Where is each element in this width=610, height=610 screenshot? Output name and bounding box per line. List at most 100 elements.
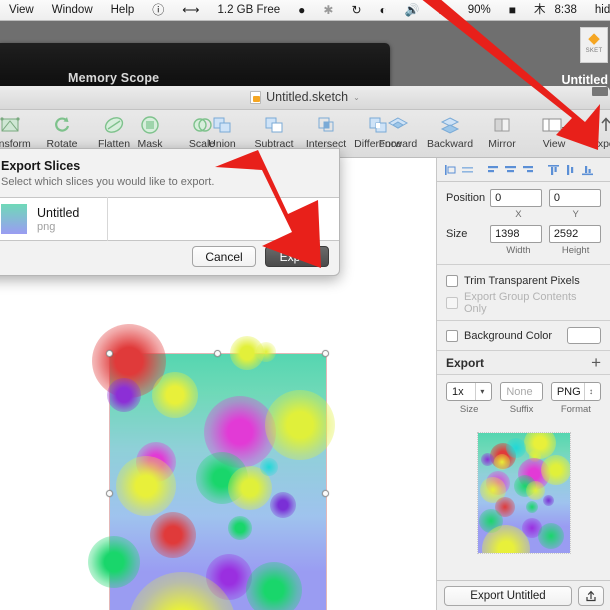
power-icon[interactable]: ⓘ xyxy=(143,0,173,21)
selection-handle[interactable] xyxy=(322,490,329,497)
inspector-panel: Position 0 0 X Y Size 1398 2592 Width He… xyxy=(436,158,610,610)
toolbar-view-button[interactable]: View xyxy=(528,113,580,150)
size-label: Size xyxy=(446,228,468,240)
export-group-contents-only-checkbox[interactable]: Export Group Contents Only xyxy=(446,291,601,315)
export-suffix-input[interactable]: None xyxy=(500,382,543,401)
toolbar-mirror-button[interactable]: Mirror xyxy=(476,113,528,150)
hide-menu-item[interactable]: hide xyxy=(586,0,610,21)
toolbar-label: View xyxy=(542,138,566,150)
blob xyxy=(246,562,302,610)
background-color-section: Background Color xyxy=(437,321,610,351)
export-button[interactable]: Export xyxy=(265,246,329,267)
selection-handle[interactable] xyxy=(106,490,113,497)
toolbar-backward-button[interactable]: Backward xyxy=(424,113,476,150)
selection-handle[interactable] xyxy=(322,350,329,357)
add-export-preset-icon[interactable]: + xyxy=(591,354,601,371)
dialog-buttons: Cancel Export xyxy=(192,246,329,267)
toolbar-intersect-button[interactable]: Intersect xyxy=(300,113,352,150)
distribute-left-icon[interactable] xyxy=(486,162,501,177)
bluetooth-icon[interactable]: ✱ xyxy=(314,0,342,21)
export-format-select[interactable]: PNG ↕ xyxy=(550,382,601,401)
chevron-down-icon[interactable]: ⌄ xyxy=(353,93,360,102)
time-machine-icon[interactable]: ↻ xyxy=(342,0,370,21)
toolbar-label: Forward xyxy=(378,138,418,150)
battery-percent-label[interactable]: 90% xyxy=(459,0,500,21)
union-icon xyxy=(211,113,233,137)
align-bottom-icon[interactable] xyxy=(580,162,595,177)
toolbar-subtract-button[interactable]: Subtract xyxy=(248,113,300,150)
artboard-untitled[interactable] xyxy=(88,324,335,610)
toolbar-transform-button[interactable]: ransform xyxy=(0,113,36,150)
slice-meta: Untitled png xyxy=(37,206,79,233)
trim-transparent-pixels-checkbox[interactable]: Trim Transparent Pixels xyxy=(446,275,601,287)
document-title-group[interactable]: Untitled.sketch ⌄ xyxy=(0,90,610,104)
mirror-icon xyxy=(491,113,513,137)
menu-item-help[interactable]: Help xyxy=(102,0,144,21)
blob xyxy=(270,492,296,518)
toolbar-rotate-button[interactable]: Rotate xyxy=(36,113,88,150)
align-left-icon[interactable] xyxy=(443,162,458,177)
size-height-sublabel: Height xyxy=(561,245,590,256)
background-color-checkbox[interactable]: Background Color xyxy=(446,327,601,344)
toolbar-export-button[interactable]: Export xyxy=(580,113,610,150)
blob xyxy=(116,456,176,516)
blob xyxy=(526,481,545,500)
selection-handle[interactable] xyxy=(214,350,221,357)
align-middle-icon[interactable] xyxy=(563,162,578,177)
input-source-icon[interactable]: あ xyxy=(429,0,459,21)
trim-options-section: Trim Transparent Pixels Export Group Con… xyxy=(437,265,610,321)
menu-item-window[interactable]: Window xyxy=(43,0,102,21)
sketch-app-icon-label: SKET xyxy=(585,48,603,54)
menubar-time[interactable]: 8:38 xyxy=(555,0,586,21)
selection-handle[interactable] xyxy=(106,350,113,357)
distribute-right-icon[interactable] xyxy=(520,162,535,177)
stepper-icon: ↕ xyxy=(584,383,597,400)
share-icon[interactable] xyxy=(578,585,604,606)
toolbar-union-button[interactable]: Union xyxy=(196,113,248,150)
align-center-icon[interactable] xyxy=(460,162,475,177)
menu-item-view[interactable]: View xyxy=(0,0,43,21)
export-untitled-button[interactable]: Export Untitled xyxy=(444,585,572,606)
toolbar-mask-button[interactable]: Mask xyxy=(124,113,176,150)
export-footer-bar: Export Untitled xyxy=(437,580,610,610)
position-x-input[interactable]: 0 xyxy=(490,189,543,207)
size-width-input[interactable]: 1398 xyxy=(490,225,543,243)
free-space-label[interactable]: 1.2 GB Free xyxy=(209,0,290,21)
position-x-sublabel: X xyxy=(515,209,522,220)
background-color-swatch[interactable] xyxy=(567,327,601,344)
sketch-app-icon[interactable]: ◆ SKET xyxy=(580,27,608,63)
slice-list[interactable]: Untitled png xyxy=(0,197,339,241)
align-top-icon[interactable] xyxy=(546,162,561,177)
dropbox-icon[interactable]: ● xyxy=(289,0,314,21)
toolbar-group-arrange: Forward Backward Mirror View Exp xyxy=(372,113,610,150)
blob xyxy=(265,390,335,460)
position-row: Position 0 0 xyxy=(446,189,601,207)
distribute-center-icon[interactable] xyxy=(503,162,518,177)
forward-icon xyxy=(387,113,409,137)
sketch-title-bar[interactable]: Untitled.sketch ⌄ xyxy=(0,86,610,110)
position-sublabels: X Y xyxy=(493,209,601,220)
export-preset-row: 1x ▾ None PNG ↕ xyxy=(437,375,610,404)
wifi-icon[interactable]: ◐ xyxy=(371,0,396,21)
size-height-input[interactable]: 2592 xyxy=(548,225,601,243)
slice-name: Untitled xyxy=(37,205,80,220)
window-resize-grip[interactable] xyxy=(592,87,608,96)
size-width-sublabel: Width xyxy=(506,245,531,256)
mask-icon xyxy=(140,113,160,137)
mac-menu-bar: View Window Help ⓘ ⟷ 1.2 GB Free ● ✱ ↻ ◐… xyxy=(0,0,610,21)
slice-thumbnail xyxy=(1,204,27,234)
arrows-icon[interactable]: ⟷ xyxy=(173,0,208,21)
export-size-select[interactable]: 1x ▾ xyxy=(446,382,493,401)
volume-icon[interactable]: 🔊 xyxy=(396,0,429,21)
cancel-button[interactable]: Cancel xyxy=(192,246,256,267)
toolbar-group-shape: ransform Rotate Flatten xyxy=(0,113,140,150)
blob xyxy=(260,458,278,476)
dialog-subtitle: Select which slices you would like to ex… xyxy=(1,176,215,188)
toolbar-forward-button[interactable]: Forward xyxy=(372,113,424,150)
battery-icon[interactable]: ■ xyxy=(500,0,525,21)
checkbox-label: Background Color xyxy=(464,329,553,342)
position-y-input[interactable]: 0 xyxy=(548,189,601,207)
blob xyxy=(88,536,140,588)
export-icon xyxy=(596,113,610,137)
flatten-icon xyxy=(103,113,125,137)
